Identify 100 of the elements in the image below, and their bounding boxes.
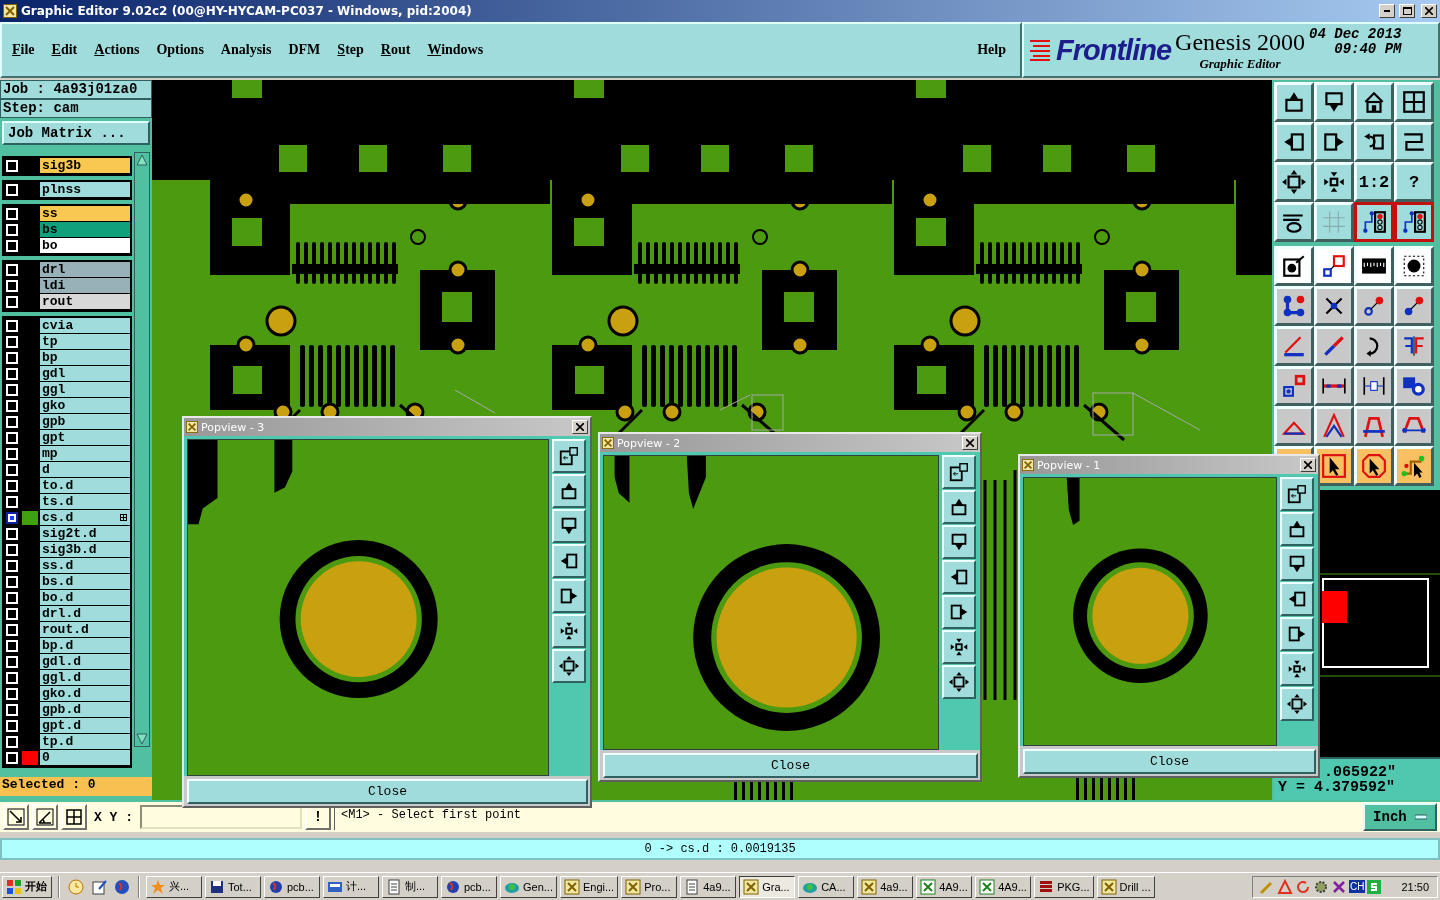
layer-name[interactable]: ss [40, 206, 130, 222]
tool-button[interactable] [1314, 82, 1354, 122]
layer-name[interactable]: drl.d [40, 606, 130, 622]
layer-name[interactable]: gdl.d [40, 654, 130, 670]
layer-name[interactable]: gpb.d [40, 702, 130, 718]
layer-name[interactable]: rout [40, 294, 130, 310]
layer-name[interactable]: sig2t.d [40, 526, 130, 542]
tool-button[interactable] [1394, 366, 1434, 406]
tool-button[interactable] [1354, 366, 1394, 406]
view-tool-button[interactable] [1280, 512, 1314, 546]
layer-name[interactable]: gpt [40, 430, 130, 446]
tool-button[interactable] [1274, 326, 1314, 366]
tool-button[interactable] [1314, 366, 1354, 406]
help-menu[interactable]: Help [977, 42, 1006, 58]
tool-button[interactable] [1274, 82, 1314, 122]
tool-button[interactable] [1274, 286, 1314, 326]
view-tool-button[interactable] [1280, 477, 1314, 511]
menu-item[interactable]: Windows [427, 42, 484, 58]
layer-name[interactable]: ldi [40, 278, 130, 294]
circuit-toggle-button[interactable] [1354, 202, 1394, 242]
layer-name[interactable]: ggl.d [40, 670, 130, 686]
tool-button[interactable] [1394, 82, 1434, 122]
close-button[interactable] [1421, 4, 1437, 18]
taskbar-button[interactable]: 计... [323, 875, 379, 898]
view-tool-button[interactable] [1280, 617, 1314, 651]
ratio-button[interactable]: 1:2 [1354, 162, 1394, 202]
job-matrix-button[interactable]: Job Matrix ... [2, 121, 150, 145]
tool-button[interactable] [1354, 286, 1394, 326]
layer-name[interactable]: tp.d [40, 734, 130, 750]
taskbar-button[interactable]: 4a9... [857, 875, 914, 898]
layer-checkbox[interactable] [6, 512, 18, 524]
layer-name[interactable]: to.d [40, 478, 130, 494]
menu-item[interactable]: Actions [94, 42, 140, 58]
tool-button[interactable] [1274, 366, 1314, 406]
layer-name[interactable]: d [40, 462, 130, 478]
view-tool-button[interactable] [942, 455, 976, 489]
taskbar-button[interactable]: pcb... [441, 875, 497, 898]
tool-button[interactable] [1394, 122, 1434, 162]
taskbar-button[interactable]: Pro... [621, 875, 678, 898]
globe-icon[interactable] [114, 878, 130, 895]
tool-button[interactable] [1394, 446, 1434, 486]
document-edit-icon[interactable] [91, 878, 107, 895]
taskbar-button[interactable]: 制... [382, 875, 438, 898]
close-button[interactable] [962, 436, 978, 450]
layer-name[interactable]: gko.d [40, 686, 130, 702]
scroll-up-icon[interactable] [135, 153, 149, 167]
view-tool-button[interactable] [552, 544, 586, 578]
view-tool-button[interactable] [552, 579, 586, 613]
tool-button[interactable] [1394, 326, 1434, 366]
layer-name[interactable]: sig3b.d [40, 542, 130, 558]
layer-name[interactable]: ggl [40, 382, 130, 398]
tool-button[interactable] [1354, 246, 1394, 286]
triangle-icon[interactable] [1277, 878, 1293, 895]
tool-button[interactable] [32, 804, 58, 830]
language-indicator[interactable]: CH [1349, 880, 1366, 893]
view-tool-button[interactable] [552, 474, 586, 508]
view-tool-button[interactable] [942, 560, 976, 594]
layer-name[interactable]: gpb [40, 414, 130, 430]
tool-button[interactable] [1394, 246, 1434, 286]
tool-button[interactable] [1354, 446, 1394, 486]
layer-name[interactable]: ts.d [40, 494, 130, 510]
layer-name[interactable]: bo.d [40, 590, 130, 606]
layer-name[interactable]: sig3b [40, 158, 130, 174]
tool-button[interactable] [1314, 122, 1354, 162]
view-tool-button[interactable] [942, 490, 976, 524]
taskbar-button[interactable]: pcb... [264, 875, 320, 898]
layer-name[interactable]: gdl [40, 366, 130, 382]
circuit-toggle-button[interactable] [1394, 202, 1434, 242]
minimize-button[interactable] [1379, 4, 1395, 18]
tool-button[interactable] [1274, 122, 1314, 162]
gear-icon[interactable] [1313, 878, 1329, 895]
tool-button[interactable] [1274, 202, 1314, 242]
tool-button[interactable] [1274, 162, 1314, 202]
taskbar-button[interactable]: Gen... [500, 875, 557, 898]
layer-name[interactable]: tp [40, 334, 130, 350]
layer-name[interactable]: cvia [40, 318, 130, 334]
tool-button[interactable] [1354, 406, 1394, 446]
scrollbar[interactable] [134, 152, 150, 747]
layer-name[interactable]: 0 [40, 750, 130, 766]
tool-button[interactable] [1354, 122, 1394, 162]
view-tool-button[interactable] [1280, 652, 1314, 686]
menu-item[interactable]: DFM [288, 42, 321, 58]
view-tool-button[interactable] [552, 509, 586, 543]
view-tool-button[interactable] [942, 595, 976, 629]
tool-button[interactable] [1314, 286, 1354, 326]
popview-close-button[interactable]: Close [1023, 749, 1316, 774]
layer-name[interactable]: drl [40, 262, 130, 278]
s-icon[interactable] [1367, 879, 1382, 894]
taskbar-button[interactable]: 4a9... [680, 875, 737, 898]
layer-name[interactable]: bo [40, 238, 130, 254]
menu-item[interactable]: Step [337, 42, 364, 58]
tool-button[interactable] [1314, 406, 1354, 446]
view-tool-button[interactable] [1280, 547, 1314, 581]
layer-name[interactable]: bs [40, 222, 130, 238]
tool-button[interactable] [3, 804, 29, 830]
layer-name[interactable]: rout.d [40, 622, 130, 638]
view-tool-button[interactable] [1280, 582, 1314, 616]
menu-item[interactable]: Options [156, 42, 204, 58]
menu-item[interactable]: Edit [51, 42, 78, 58]
layer-name[interactable]: bp.d [40, 638, 130, 654]
